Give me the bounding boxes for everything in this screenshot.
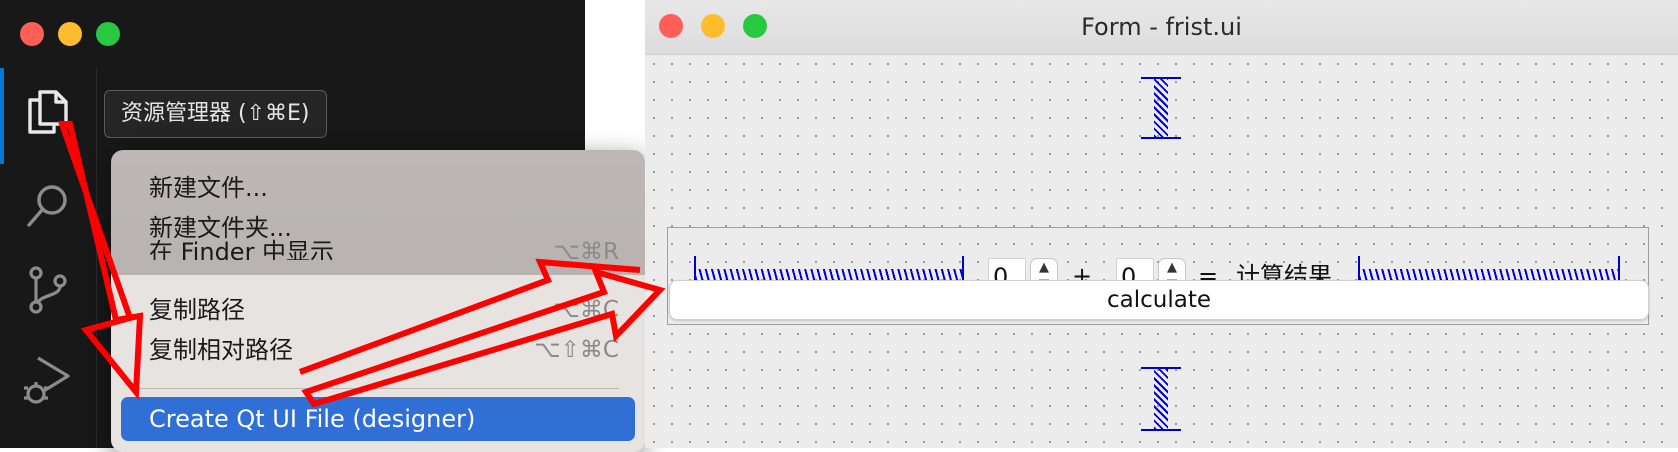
explorer-files-icon[interactable] [22, 86, 74, 138]
run-debug-icon[interactable] [22, 354, 74, 406]
form-canvas: 0 ▲ ▼ + 0 ▲ ▼ = 计算结果 [645, 55, 1678, 448]
zoom-button[interactable] [96, 22, 120, 46]
close-button[interactable] [20, 22, 44, 46]
activity-bar [0, 68, 97, 448]
window-title: Form - frist.ui [1081, 13, 1242, 41]
menu-item-copy-path[interactable]: 复制路径 ⌥⌘C [137, 290, 619, 330]
menu-item-shortcut: ⌥⌘C [553, 297, 619, 323]
menu-item-copy-relative-path[interactable]: 复制相对路径 ⌥⇧⌘C [137, 330, 619, 370]
menu-item-label: 在 Finder 中显示 [149, 238, 335, 260]
source-control-icon[interactable] [22, 264, 74, 316]
menu-item-label: 复制路径 [149, 296, 245, 324]
menu-item-shortcut: ⌥⌘R [553, 239, 620, 260]
context-menu: 新建文件... 新建文件夹... 在 Finder 中显示 ⌥⌘R 复制路径 ⌥… [111, 150, 645, 452]
menu-item-new-file[interactable]: 新建文件... [137, 168, 619, 208]
calculate-button[interactable]: calculate [669, 280, 1649, 320]
qt-form-window: Form - frist.ui 0 ▲ ▼ + [645, 0, 1678, 448]
menu-item-create-qt-ui-file[interactable]: Create Qt UI File (designer) [121, 397, 635, 441]
search-icon[interactable] [22, 180, 74, 232]
vertical-spacer-top[interactable] [1141, 77, 1181, 139]
minimize-button[interactable] [58, 22, 82, 46]
vertical-spacer-bottom[interactable] [1141, 367, 1181, 431]
chevron-up-icon[interactable]: ▲ [1159, 259, 1185, 276]
vscode-titlebar [0, 0, 585, 68]
form-titlebar: Form - frist.ui [645, 0, 1678, 55]
menu-item-label: 复制相对路径 [149, 336, 293, 364]
menu-separator [137, 388, 619, 389]
menu-item-reveal-in-finder[interactable]: 在 Finder 中显示 ⌥⌘R [137, 234, 619, 260]
menu-item-shortcut: ⌥⇧⌘C [534, 337, 619, 363]
menu-item-label: Create Qt UI File (designer) [149, 405, 476, 433]
active-indicator [0, 68, 4, 164]
chevron-up-icon[interactable]: ▲ [1031, 259, 1057, 276]
explorer-tooltip: 资源管理器 (⇧⌘E) [104, 90, 327, 138]
menu-item-label: 新建文件... [149, 174, 268, 202]
